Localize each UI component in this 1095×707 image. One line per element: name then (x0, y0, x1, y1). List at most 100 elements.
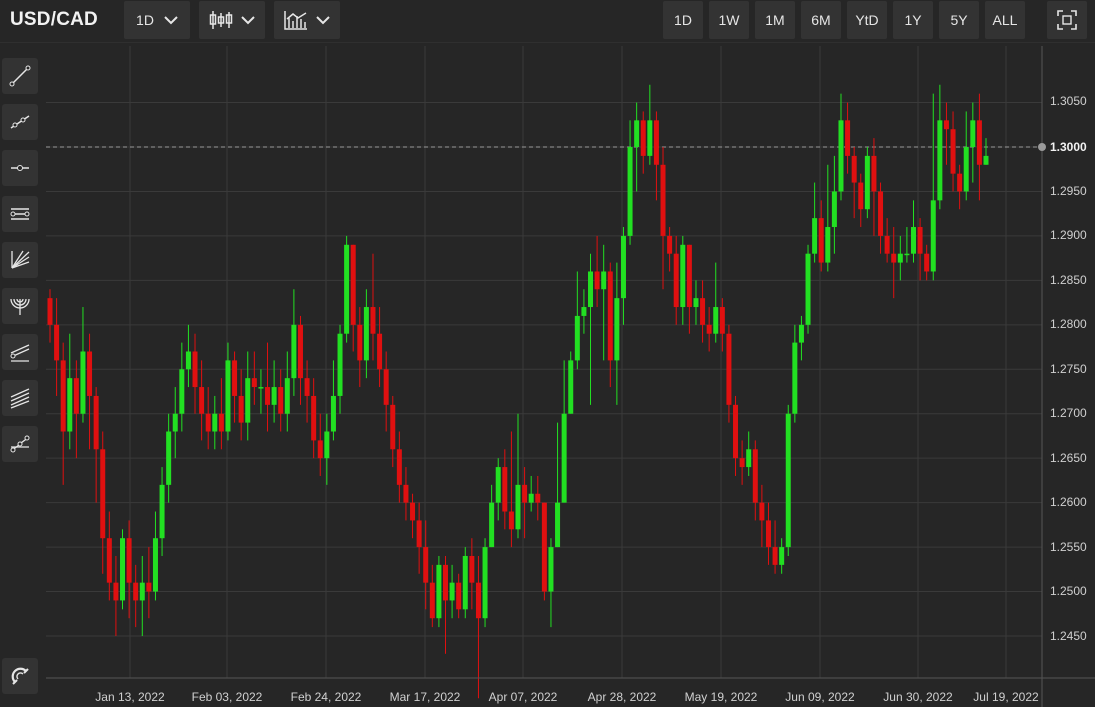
candle (205, 387, 211, 450)
candle (337, 324, 343, 414)
price-tick-label: 1.2900 (1050, 228, 1087, 242)
range-button-1m[interactable]: 1M (755, 1, 795, 39)
candle (752, 440, 758, 521)
candle (792, 324, 798, 423)
range-button-ytd[interactable]: YtD (847, 1, 887, 39)
candle (139, 555, 145, 636)
candle (864, 147, 870, 219)
candle (416, 502, 422, 574)
candle-body (561, 413, 567, 503)
range-button-1d[interactable]: 1D (663, 1, 703, 39)
polyline-tool[interactable] (2, 426, 38, 462)
candle-body (798, 324, 804, 343)
candle-body (146, 582, 152, 592)
candle-body (100, 449, 106, 539)
parallel-channel-tool[interactable] (2, 196, 38, 232)
candle-body (93, 395, 99, 450)
candle (693, 280, 699, 325)
candle-body (614, 298, 620, 361)
price-axis: 1.3050 1.2950 1.2900 1.2850 1.2800 1.275… (1050, 94, 1087, 643)
regression-channel-tool[interactable] (2, 334, 38, 370)
candle-body (653, 120, 659, 165)
current-price-label: 1.3000 (1050, 140, 1087, 154)
candle-body (970, 120, 976, 147)
candle-body (772, 547, 778, 565)
range-button-5y[interactable]: 5Y (939, 1, 979, 39)
candle-body (363, 307, 369, 361)
date-tick-label: May 19, 2022 (685, 690, 758, 704)
candle-body (192, 351, 198, 388)
pitchfork-tool[interactable] (2, 380, 38, 416)
candle (396, 431, 402, 503)
fullscreen-button[interactable] (1047, 1, 1087, 39)
candle-body (917, 227, 923, 254)
candle (963, 111, 969, 201)
candle-body (271, 387, 277, 405)
candle-body (245, 378, 251, 423)
date-tick-label: Jul 19, 2022 (973, 690, 1039, 704)
candle-body (858, 182, 864, 210)
candle (87, 333, 93, 450)
candle (976, 93, 982, 201)
range-button-1y[interactable]: 1Y (893, 1, 933, 39)
candle-body (627, 147, 633, 236)
candle (146, 547, 152, 619)
candle (541, 502, 547, 601)
candle (377, 307, 383, 388)
candle-body (436, 564, 442, 619)
interval-selector[interactable]: 1D (124, 1, 190, 39)
candle (120, 529, 126, 610)
candle (423, 520, 429, 610)
candle-body (838, 120, 844, 192)
candle-body (357, 324, 363, 361)
candle (897, 235, 903, 281)
candle-body (871, 155, 877, 192)
candle (469, 538, 475, 610)
price-chart[interactable]: 1.3050 1.2950 1.2900 1.2850 1.2800 1.275… (46, 46, 1095, 707)
price-tick-label: 1.2550 (1050, 540, 1087, 554)
candle-body (297, 324, 303, 379)
candle-body (238, 395, 244, 423)
candle (159, 467, 165, 556)
top-toolbar: USD/CAD 1D 1D 1W 1M 6M YtD 1Y 5Y ALL (0, 0, 1095, 43)
fibonacci-arc-tool[interactable] (2, 288, 38, 324)
candle (475, 555, 481, 699)
candle (733, 395, 739, 476)
candle (245, 351, 251, 441)
candle (660, 147, 666, 290)
candle-body (350, 244, 356, 325)
chevron-down-icon (164, 15, 178, 24)
trend-line-tool[interactable] (2, 58, 38, 94)
chart-type-selector[interactable] (199, 1, 265, 39)
candle (845, 102, 851, 174)
candle-body (957, 173, 963, 192)
candle-body (423, 547, 429, 583)
candle (548, 538, 554, 628)
candle (502, 449, 508, 530)
candle-body (805, 253, 811, 325)
candle (185, 324, 191, 388)
indicators-selector[interactable] (274, 1, 340, 39)
candle (152, 511, 158, 601)
fan-lines-tool[interactable] (2, 242, 38, 278)
candle-body (410, 502, 416, 521)
candle (456, 573, 462, 619)
candle (60, 342, 66, 485)
candle-body (508, 511, 514, 530)
range-button-1w[interactable]: 1W (709, 1, 749, 39)
range-button-6m[interactable]: 6M (801, 1, 841, 39)
candlestick-chart[interactable]: 1.3050 1.2950 1.2900 1.2850 1.2800 1.275… (46, 46, 1095, 707)
candle-body (976, 120, 982, 165)
magnet-tool[interactable] (2, 658, 38, 694)
ray-line-tool[interactable] (2, 104, 38, 140)
candle-body (943, 120, 949, 130)
range-button-all[interactable]: ALL (985, 1, 1025, 39)
candle-body (568, 360, 574, 414)
candle (67, 333, 73, 450)
ray-line-icon (10, 115, 30, 129)
current-price-marker (1038, 143, 1046, 151)
candle-body (541, 502, 547, 592)
candle-body (759, 502, 765, 521)
candle-body (469, 555, 475, 583)
horizontal-line-tool[interactable] (2, 150, 38, 186)
